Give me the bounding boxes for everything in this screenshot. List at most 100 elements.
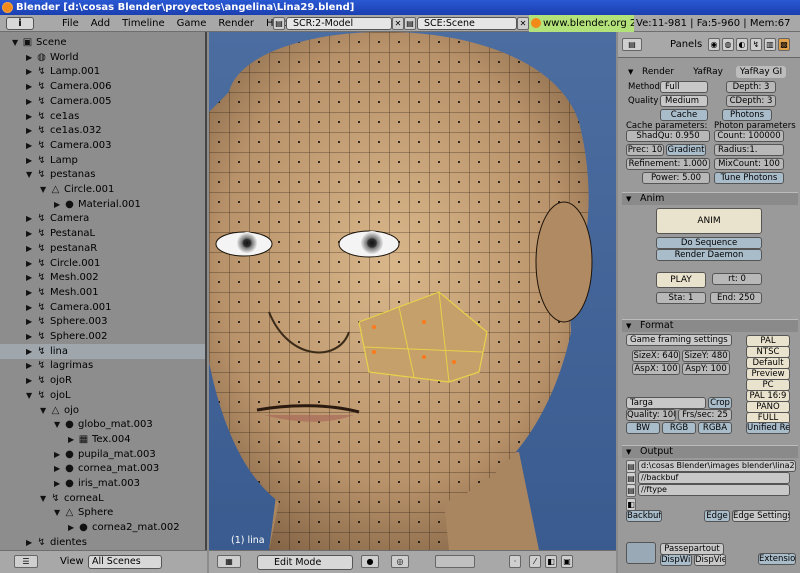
dispview-toggle[interactable]: DispVie [694, 554, 726, 566]
collapse-triangle-icon[interactable]: ▼ [26, 388, 34, 403]
outliner-scope-select[interactable]: All Scenes [88, 555, 162, 569]
outliner-row[interactable]: ▶ ↯ Camera [0, 211, 205, 226]
expand-triangle-icon[interactable]: ▶ [26, 285, 34, 300]
expand-triangle-icon[interactable]: ▶ [26, 329, 34, 344]
screen-browse-icon[interactable]: ▤ [273, 17, 285, 30]
framing-select[interactable]: Game framing settings [626, 334, 732, 346]
outliner-window-type-icon[interactable]: ☰ [14, 555, 38, 568]
scene-selector[interactable]: SCE:Scene [417, 17, 517, 30]
prec-field[interactable]: Prec: 10 [626, 144, 664, 156]
draw-type-icon[interactable]: ● [361, 555, 379, 568]
rgb-toggle[interactable]: RGB [662, 422, 696, 434]
expand-triangle-icon[interactable]: ▶ [26, 314, 34, 329]
anim-button[interactable]: ANIM [656, 208, 762, 234]
expand-triangle-icon[interactable]: ▶ [68, 520, 76, 535]
expand-triangle-icon[interactable]: ▶ [26, 535, 34, 550]
format-panel-header[interactable]: Format [622, 319, 798, 332]
window-type-button[interactable]: i [6, 17, 34, 30]
script-context-icon[interactable]: ◍ [722, 38, 734, 51]
occlude-icon[interactable]: ▣ [561, 555, 573, 568]
play-button[interactable]: PLAY [656, 272, 706, 288]
gradient-toggle[interactable]: Gradient [666, 144, 706, 156]
expand-triangle-icon[interactable]: ▶ [54, 476, 62, 491]
layer-buttons[interactable] [435, 555, 475, 568]
expand-triangle-icon[interactable]: ▶ [54, 447, 62, 462]
cdepth-field[interactable]: CDepth: 3 [726, 95, 776, 107]
scene-browse-icon[interactable]: ▤ [404, 17, 416, 30]
scene-close-icon[interactable]: ✕ [517, 17, 529, 30]
aspx-field[interactable]: AspX: 100 [632, 363, 680, 375]
tab-yafray[interactable]: YafRay [690, 66, 726, 78]
outliner-row[interactable]: ▶ ↯ Mesh.002 [0, 270, 205, 285]
backbuf-path-field[interactable]: //backbuf [638, 472, 790, 484]
ftype-path-browse-icon[interactable]: ▤ [626, 484, 636, 497]
3d-viewport[interactable]: (1) lina [209, 32, 616, 550]
outliner-row[interactable]: ▶ ● cornea_mat.003 [0, 461, 205, 476]
unified-render-toggle[interactable]: Unified Ren [746, 422, 790, 434]
outliner-row[interactable]: ▶ ● Material.001 [0, 197, 205, 212]
menu-timeline[interactable]: Timeline [116, 15, 171, 31]
outliner-row[interactable]: ▶ ● cornea2_mat.002 [0, 520, 205, 535]
expand-triangle-icon[interactable]: ▶ [26, 109, 34, 124]
output-panel-header[interactable]: Output [622, 445, 798, 458]
mixcount-field[interactable]: MixCount: 100 [714, 158, 784, 170]
tune-photons-button[interactable]: Tune Photons [714, 172, 784, 184]
edge-settings-button[interactable]: Edge Settings» [732, 510, 790, 522]
fps-field[interactable]: Frs/sec: 25 [678, 409, 732, 421]
viewport-window-type-icon[interactable]: ▦ [217, 555, 241, 568]
refinement-field[interactable]: Refinement: 1.000 [626, 158, 710, 170]
edge-toggle[interactable]: Edge [704, 510, 730, 522]
outliner-row[interactable]: ▶ ↯ Circle.001 [0, 256, 205, 271]
screen-selector[interactable]: SCR:2-Model [286, 17, 392, 30]
outliner-row[interactable]: ▶ ↯ ojoR [0, 373, 205, 388]
outliner-row[interactable]: ▶ ↯ Mesh.001 [0, 285, 205, 300]
outliner-row[interactable]: ▶ ↯ lina [0, 343, 205, 359]
quality-select[interactable]: Medium [660, 95, 708, 107]
outliner-row[interactable]: ▶ ↯ PestanaL [0, 226, 205, 241]
collapse-triangle-icon[interactable]: ▼ [40, 182, 48, 197]
collapse-triangle-icon[interactable]: ▼ [54, 417, 62, 432]
outliner-row[interactable]: ▶ ↯ Lamp.001 [0, 64, 205, 79]
expand-triangle-icon[interactable]: ▶ [26, 79, 34, 94]
outliner-row[interactable]: ▼ △ Sphere [0, 505, 205, 520]
outliner-row[interactable]: ▶ ↯ dientes [0, 535, 205, 550]
website-link[interactable]: www.blender.org 234 [529, 15, 634, 32]
menu-game[interactable]: Game [171, 15, 213, 31]
expand-triangle-icon[interactable]: ▶ [26, 123, 34, 138]
display-grid-icon[interactable] [626, 542, 656, 564]
expand-triangle-icon[interactable]: ▶ [26, 270, 34, 285]
tab-yafray-gi[interactable]: YafRay GI [736, 66, 786, 78]
expand-triangle-icon[interactable]: ▶ [26, 211, 34, 226]
depth-field[interactable]: Depth: 3 [726, 81, 776, 93]
outliner-row[interactable]: ▼ △ Circle.001 [0, 182, 205, 197]
view-menu[interactable]: View [60, 556, 84, 567]
expand-triangle-icon[interactable]: ▶ [26, 153, 34, 168]
anim-panel-header[interactable]: Anim [622, 192, 798, 205]
outliner-row[interactable]: ▶ ↯ Sphere.003 [0, 314, 205, 329]
crop-toggle[interactable]: Crop [708, 397, 732, 409]
scene-context-icon[interactable]: ▩ [778, 38, 790, 51]
render-daemon-toggle[interactable]: Render Daemon [656, 249, 762, 261]
expand-triangle-icon[interactable]: ▶ [26, 358, 34, 373]
aspy-field[interactable]: AspY: 100 [682, 363, 730, 375]
backbuf-toggle[interactable]: Backbuf [626, 510, 662, 522]
face-select-icon[interactable]: ◧ [545, 555, 557, 568]
collapse-triangle-icon[interactable]: ▼ [26, 167, 34, 182]
outliner-row[interactable]: ▶ ↯ ce1as [0, 109, 205, 124]
outliner-row[interactable]: ▼ ↯ ojoL [0, 388, 205, 403]
expand-triangle-icon[interactable]: ▶ [68, 432, 76, 447]
collapse-icon[interactable]: ▼ [628, 66, 633, 78]
power-field[interactable]: Power: 5.00 [642, 172, 710, 184]
sizey-field[interactable]: SizeY: 480 [682, 350, 730, 362]
outliner-row[interactable]: ▶ ◍ World [0, 50, 205, 65]
pivot-icon[interactable]: ◎ [391, 555, 409, 568]
panels-menu[interactable]: Panels [670, 39, 702, 50]
expand-triangle-icon[interactable]: ▶ [54, 461, 62, 476]
outliner-row[interactable]: ▶ ● pupila_mat.003 [0, 447, 205, 462]
outliner-row[interactable]: ▼ ▣ Scene [0, 35, 205, 50]
screen-close-icon[interactable]: ✕ [392, 17, 404, 30]
vertex-select-icon[interactable]: · [509, 555, 521, 568]
outliner-row[interactable]: ▼ ● globo_mat.003 [0, 417, 205, 432]
menu-render[interactable]: Render [212, 15, 260, 31]
bw-toggle[interactable]: BW [626, 422, 660, 434]
